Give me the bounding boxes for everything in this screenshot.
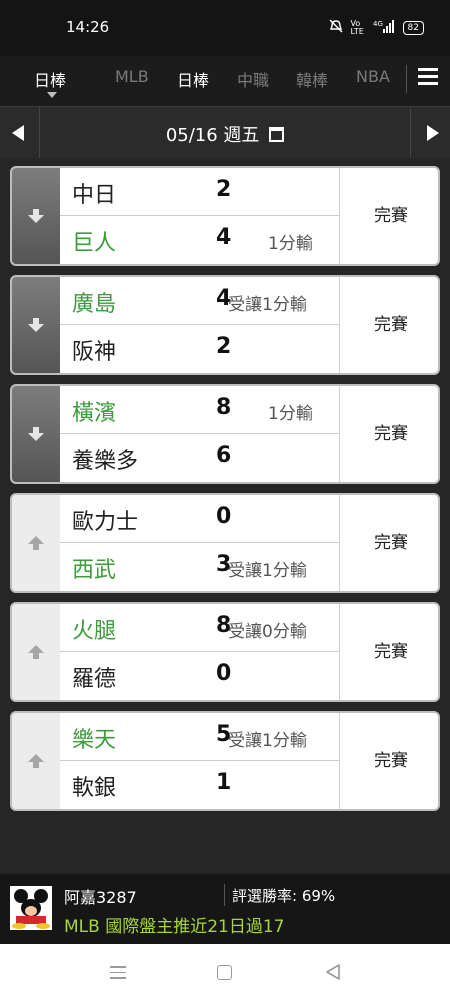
team-name: 橫濱 bbox=[72, 401, 117, 426]
arrow-down-icon bbox=[28, 209, 44, 223]
date-bar: 05/16 週五 bbox=[0, 106, 450, 159]
recent-apps-button[interactable] bbox=[110, 966, 126, 983]
team-name: 阪神 bbox=[72, 340, 117, 365]
tab-mlb[interactable]: MLB bbox=[115, 67, 149, 86]
expand-toggle[interactable] bbox=[12, 495, 60, 591]
handicap-result: 受讓0分輸 bbox=[228, 622, 307, 642]
game-status: 完賽 bbox=[339, 604, 438, 700]
team-score: 6 bbox=[216, 443, 232, 468]
win-rate: 評選勝率: 69% bbox=[232, 887, 336, 905]
tab-nba[interactable]: NBA bbox=[356, 67, 390, 86]
team-row: 西武 3 受讓1分輸 bbox=[60, 543, 339, 591]
team-row: 阪神 2 bbox=[60, 325, 339, 373]
team-row: 火腿 8 受讓0分輸 bbox=[60, 604, 339, 652]
team-row: 歐力士 0 bbox=[60, 495, 339, 543]
team-score: 2 bbox=[216, 177, 232, 202]
arrow-down-icon bbox=[28, 427, 44, 441]
back-icon[interactable] bbox=[324, 963, 342, 981]
tab-cpbl[interactable]: 中職 bbox=[237, 67, 269, 91]
game-card[interactable]: 中日 2 巨人 4 1分輸 完賽 bbox=[10, 166, 440, 266]
svg-text:4G: 4G bbox=[373, 20, 383, 28]
game-status: 完賽 bbox=[339, 168, 438, 264]
team-name: 廣島 bbox=[72, 292, 117, 317]
arrow-right-icon bbox=[427, 125, 439, 141]
expert-name: 阿嘉3287 bbox=[64, 888, 137, 907]
team-name: 樂天 bbox=[72, 728, 117, 753]
date-label: 05/16 週五 bbox=[165, 125, 260, 146]
status-bar: 14:26 Vo LTE 4G 82 bbox=[0, 0, 450, 56]
team-score: 4 bbox=[216, 225, 232, 250]
expand-toggle[interactable] bbox=[12, 277, 60, 373]
date-selector[interactable]: 05/16 週五 bbox=[0, 121, 450, 147]
team-row: 中日 2 bbox=[60, 168, 339, 216]
mute-icon bbox=[329, 19, 343, 36]
team-name: 養樂多 bbox=[72, 449, 139, 474]
team-row: 羅德 0 bbox=[60, 652, 339, 700]
team-name: 火腿 bbox=[72, 619, 117, 644]
game-card[interactable]: 廣島 4 受讓1分輸 阪神 2 完賽 bbox=[10, 275, 440, 375]
volte-icon: Vo LTE bbox=[350, 18, 364, 36]
avatar bbox=[10, 886, 52, 930]
team-score: 0 bbox=[216, 504, 232, 529]
4g-signal-icon: 4G bbox=[373, 19, 395, 36]
system-nav-bar bbox=[0, 944, 450, 1000]
team-name: 羅德 bbox=[72, 667, 117, 692]
home-button[interactable] bbox=[217, 965, 232, 980]
team-score: 8 bbox=[216, 395, 232, 420]
game-card[interactable]: 歐力士 0 西武 3 受讓1分輸 完賽 bbox=[10, 493, 440, 593]
team-row: 廣島 4 受讓1分輸 bbox=[60, 277, 339, 325]
game-card[interactable]: 火腿 8 受讓0分輸 羅德 0 完賽 bbox=[10, 602, 440, 702]
handicap-result: 受讓1分輸 bbox=[228, 731, 307, 751]
tab-current-league[interactable]: 日棒 bbox=[34, 67, 66, 91]
arrow-up-icon bbox=[28, 754, 44, 768]
calendar-icon bbox=[269, 127, 285, 142]
team-row: 橫濱 8 1分輸 bbox=[60, 386, 339, 434]
handicap-result: 受讓1分輸 bbox=[228, 295, 307, 315]
tab-kbo[interactable]: 韓棒 bbox=[296, 67, 328, 91]
team-name: 歐力士 bbox=[72, 510, 139, 535]
game-list: 中日 2 巨人 4 1分輸 完賽 廣島 4 受讓1分輸 阪神 2 完賽 橫濱 8… bbox=[0, 158, 450, 874]
arrow-down-icon bbox=[28, 318, 44, 332]
promo-headline: MLB 國際盤主推近21日過17 bbox=[64, 917, 285, 937]
handicap-result: 1分輸 bbox=[268, 404, 313, 424]
tab-divider bbox=[406, 65, 407, 93]
game-card[interactable]: 樂天 5 受讓1分輸 軟銀 1 完賽 bbox=[10, 711, 440, 811]
team-row: 養樂多 6 bbox=[60, 434, 339, 482]
team-row: 巨人 4 1分輸 bbox=[60, 216, 339, 264]
team-name: 西武 bbox=[72, 558, 117, 583]
handicap-result: 1分輸 bbox=[268, 234, 313, 254]
game-status: 完賽 bbox=[339, 495, 438, 591]
handicap-result: 受讓1分輸 bbox=[228, 561, 307, 581]
game-status: 完賽 bbox=[339, 277, 438, 373]
arrow-up-icon bbox=[28, 536, 44, 550]
game-status: 完賽 bbox=[339, 713, 438, 809]
team-name: 巨人 bbox=[72, 231, 117, 256]
expand-toggle[interactable] bbox=[12, 604, 60, 700]
team-score: 2 bbox=[216, 334, 232, 359]
expand-toggle[interactable] bbox=[12, 168, 60, 264]
arrow-up-icon bbox=[28, 645, 44, 659]
team-row: 樂天 5 受讓1分輸 bbox=[60, 713, 339, 761]
chevron-down-icon[interactable] bbox=[47, 92, 57, 98]
team-name: 軟銀 bbox=[72, 776, 117, 801]
team-row: 軟銀 1 bbox=[60, 761, 339, 809]
game-card[interactable]: 橫濱 8 1分輸 養樂多 6 完賽 bbox=[10, 384, 440, 484]
status-icons: Vo LTE 4G 82 bbox=[329, 19, 424, 36]
next-date-button[interactable] bbox=[410, 107, 450, 159]
expand-toggle[interactable] bbox=[12, 386, 60, 482]
team-name: 中日 bbox=[72, 183, 117, 208]
battery-icon: 82 bbox=[402, 20, 424, 35]
game-status: 完賽 bbox=[339, 386, 438, 482]
menu-icon[interactable] bbox=[418, 68, 438, 86]
expert-promo-banner[interactable]: 阿嘉3287 評選勝率: 69% MLB 國際盤主推近21日過17 bbox=[0, 874, 450, 944]
team-score: 1 bbox=[216, 770, 232, 795]
tab-npb[interactable]: 日棒 bbox=[177, 67, 209, 91]
promo-divider bbox=[224, 884, 225, 906]
expand-toggle[interactable] bbox=[12, 713, 60, 809]
league-tab-bar: 日棒 MLB 日棒 中職 韓棒 NBA bbox=[0, 56, 450, 106]
status-time: 14:26 bbox=[66, 18, 110, 36]
team-score: 0 bbox=[216, 661, 232, 686]
